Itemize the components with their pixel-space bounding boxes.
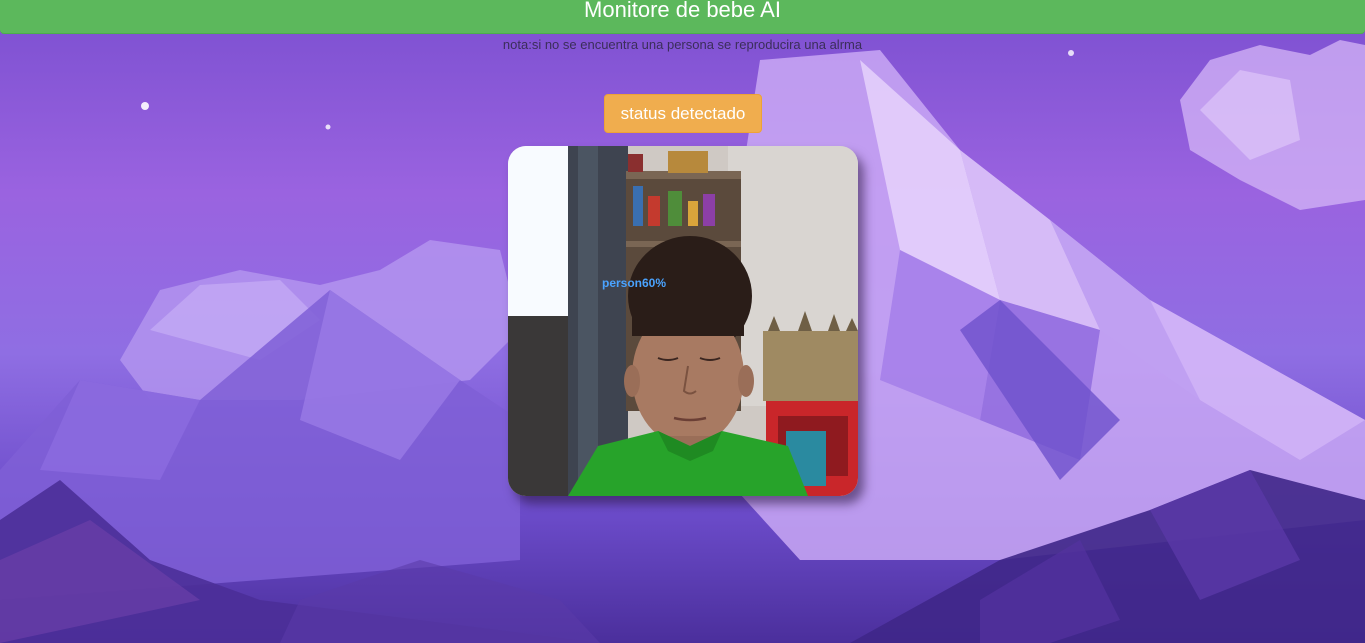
app-header: Monitore de bebe AI [0, 0, 1365, 34]
page-title: Monitore de bebe AI [584, 0, 781, 22]
detection-label: person60% [602, 276, 667, 290]
status-button[interactable]: status detectado [604, 94, 762, 133]
alarm-note: nota:si no se encuentra una persona se r… [502, 37, 863, 52]
camera-frame-image [508, 146, 858, 496]
camera-feed: person60% [508, 146, 858, 496]
